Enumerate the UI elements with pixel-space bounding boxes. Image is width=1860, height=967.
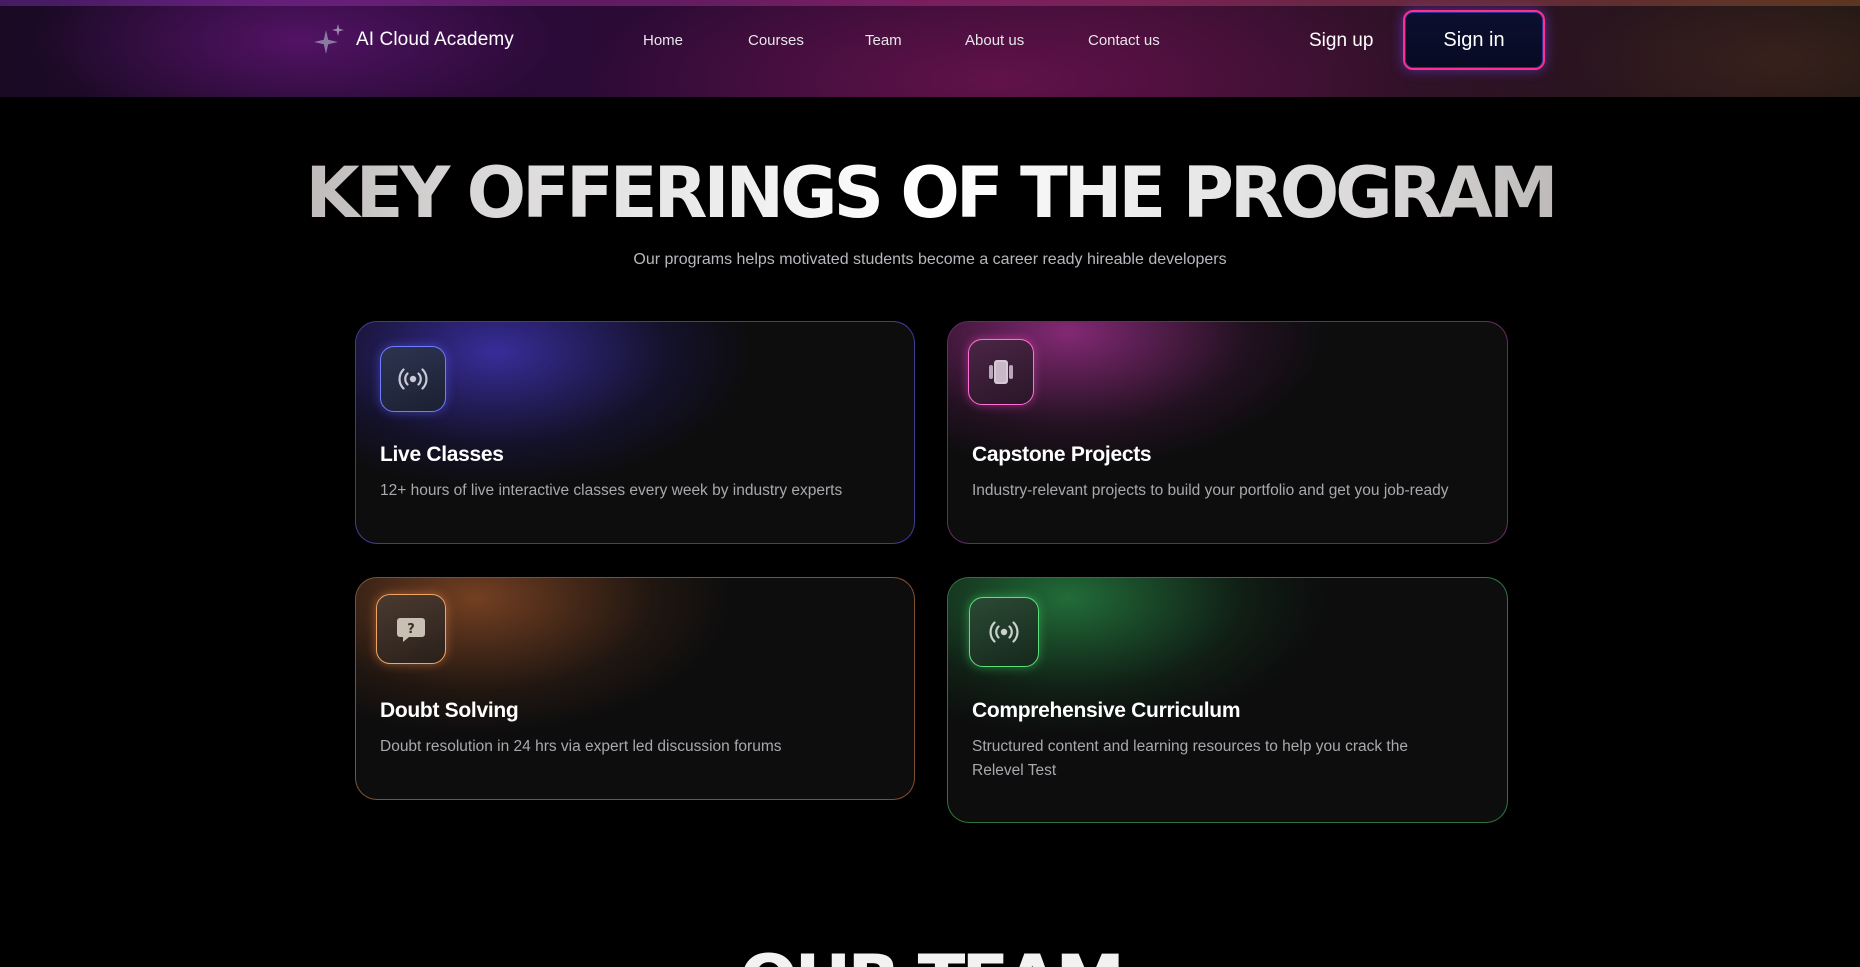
nav-link-team[interactable]: Team (865, 32, 902, 49)
top-navbar: AI Cloud Academy Home Courses Team About… (0, 0, 1860, 97)
card-title: Live Classes (380, 443, 504, 466)
svg-text:?: ? (407, 622, 415, 637)
section-subtitle: Our programs helps motivated students be… (633, 251, 1227, 268)
nav-link-contact[interactable]: Contact us (1088, 32, 1160, 49)
sparkle-icon (314, 24, 344, 54)
next-section-title: OUR TEAM (0, 940, 1860, 967)
nav-link-courses[interactable]: Courses (748, 32, 804, 49)
capstone-icon (968, 339, 1034, 405)
nav-link-about[interactable]: About us (965, 32, 1024, 49)
card-title: Doubt Solving (380, 699, 519, 722)
section-title: KEY OFFERINGS OF THE PROGRAM (0, 152, 1860, 234)
offering-card-comprehensive-curriculum: Comprehensive Curriculum Structured cont… (947, 577, 1508, 823)
card-description: Industry-relevant projects to build your… (972, 482, 1449, 499)
card-description: 12+ hours of live interactive classes ev… (380, 482, 843, 499)
nav-link-home[interactable]: Home (643, 32, 683, 49)
card-title: Capstone Projects (972, 443, 1152, 466)
offering-card-live-classes: Live Classes 12+ hours of live interacti… (355, 321, 915, 544)
question-chat-icon: ? (376, 594, 446, 664)
broadcast-icon (380, 346, 446, 412)
offering-card-capstone-projects: Capstone Projects Industry-relevant proj… (947, 321, 1508, 544)
broadcast-icon (969, 597, 1039, 667)
brand-logo[interactable]: AI Cloud Academy (314, 24, 514, 56)
brand-name: AI Cloud Academy (356, 29, 514, 50)
offering-card-doubt-solving: ? Doubt Solving Doubt resolution in 24 h… (355, 577, 915, 800)
sign-in-button[interactable]: Sign in (1403, 10, 1545, 70)
sign-up-link[interactable]: Sign up (1309, 30, 1373, 52)
card-title: Comprehensive Curriculum (972, 699, 1241, 722)
card-description: Doubt resolution in 24 hrs via expert le… (380, 738, 782, 755)
card-description: Structured content and learning resource… (972, 738, 1408, 779)
